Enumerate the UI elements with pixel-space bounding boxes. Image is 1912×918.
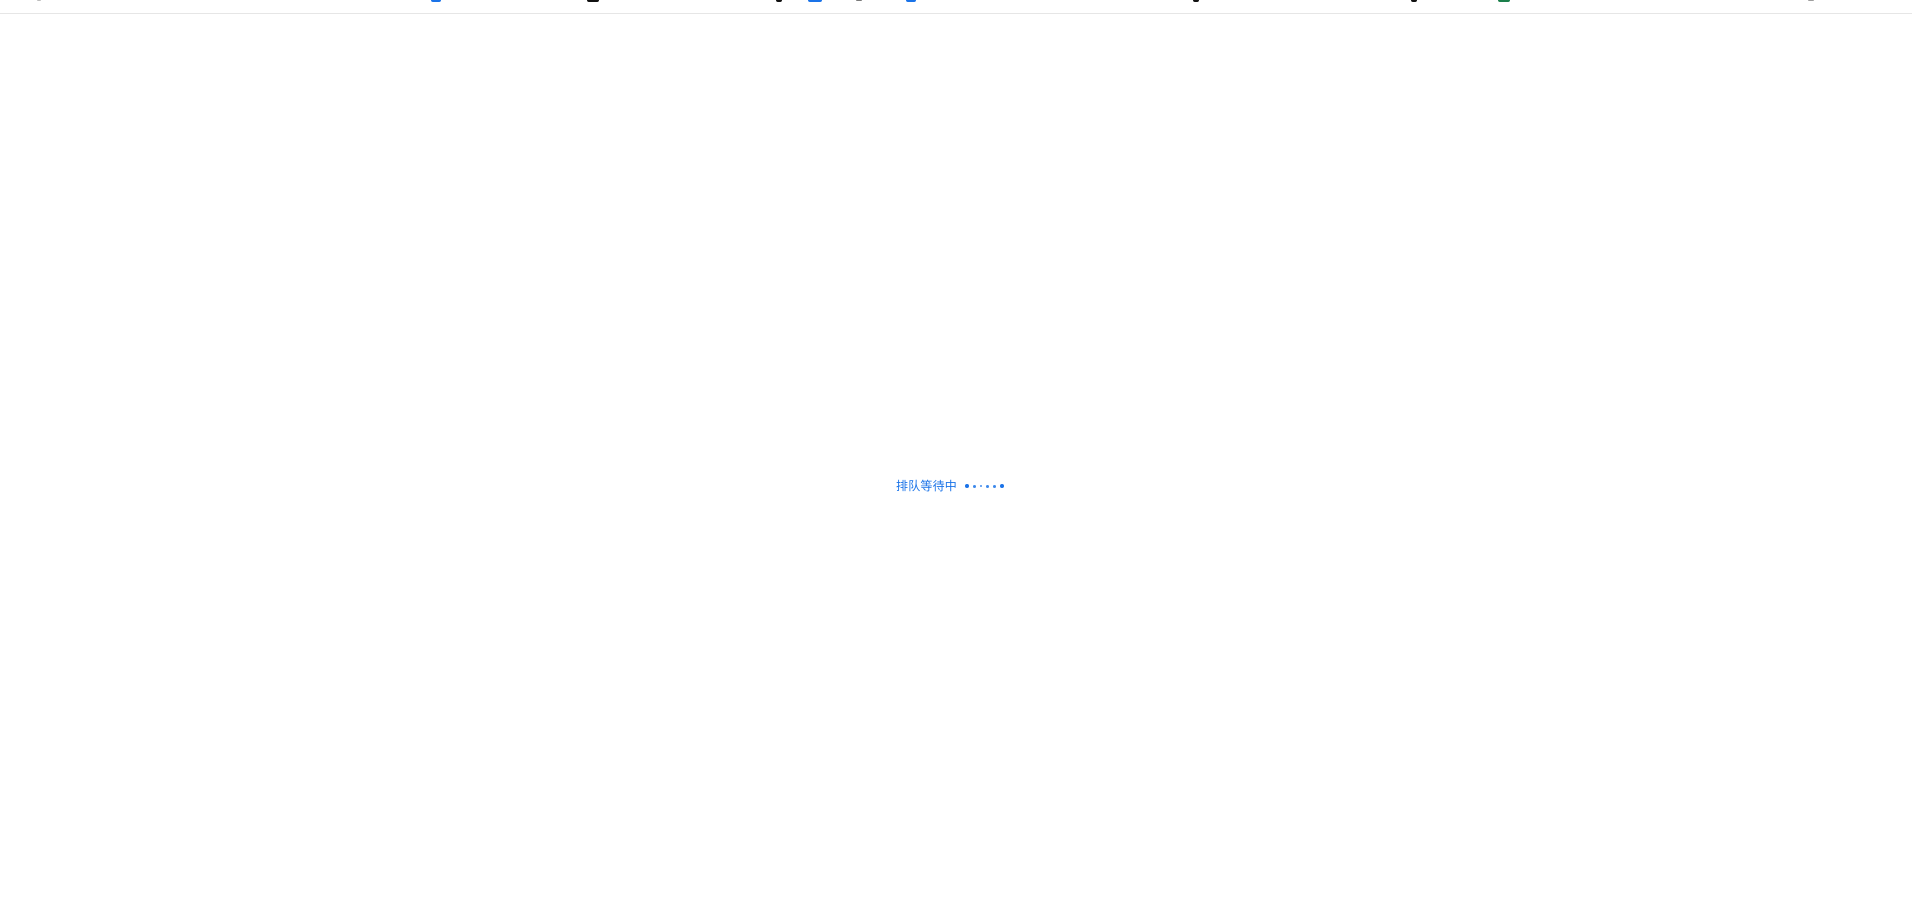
cropped-icon-7 bbox=[906, 0, 916, 2]
loading-dot-3 bbox=[980, 485, 983, 487]
cropped-icon-1 bbox=[37, 0, 41, 1]
cropped-icon-8 bbox=[1193, 0, 1199, 2]
loading-dot-5 bbox=[993, 484, 997, 488]
cropped-icon-3 bbox=[587, 0, 599, 2]
cropped-icon-5 bbox=[808, 0, 822, 2]
cropped-icon-11 bbox=[1808, 0, 1814, 1]
queue-status-text: 排队等待中 bbox=[896, 479, 958, 493]
cropped-icon-9 bbox=[1411, 0, 1417, 2]
queue-status: 排队等待中 bbox=[896, 476, 1005, 496]
cropped-icon-10 bbox=[1498, 0, 1510, 2]
loading-dot-6 bbox=[1000, 484, 1005, 488]
cropped-icon-4 bbox=[776, 0, 782, 2]
cropped-icon-2 bbox=[431, 0, 441, 2]
loading-dot-2 bbox=[973, 484, 977, 488]
loading-dot-4 bbox=[986, 484, 990, 488]
loading-dot-1 bbox=[965, 484, 970, 488]
main-content: 排队等待中 bbox=[0, 14, 1912, 918]
loading-dots bbox=[965, 476, 1005, 496]
cropped-icon-6 bbox=[856, 0, 862, 1]
top-toolbar bbox=[0, 0, 1912, 14]
